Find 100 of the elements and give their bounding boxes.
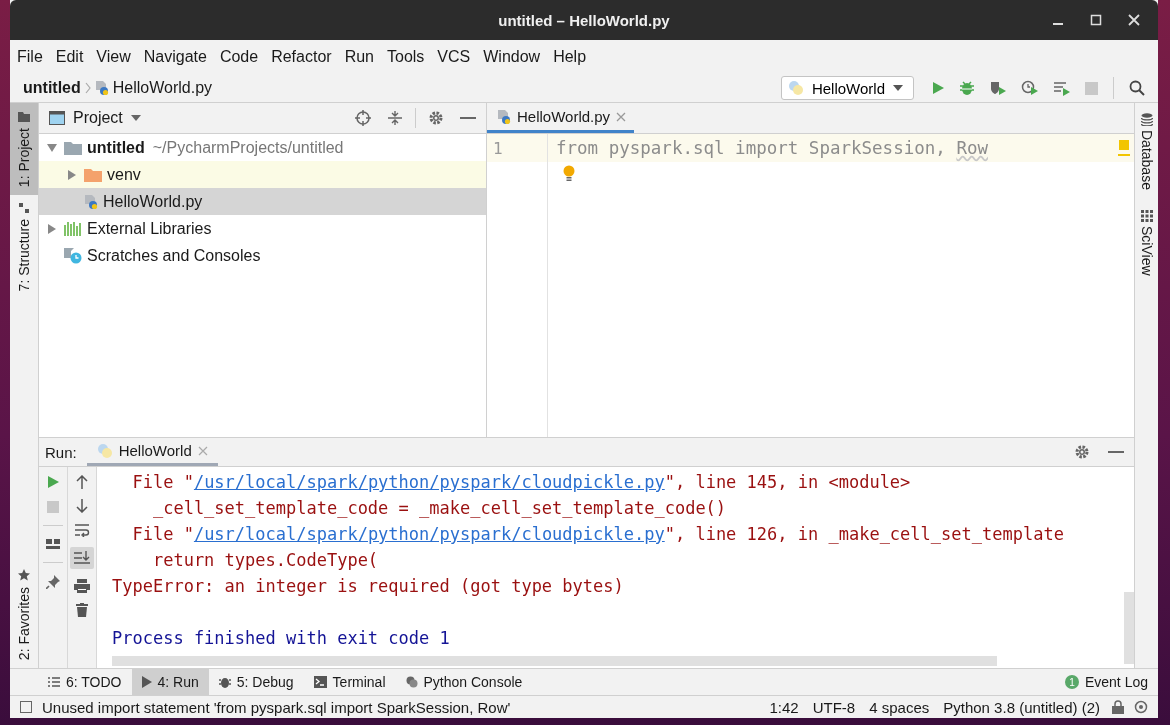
tree-item[interactable]: HelloWorld.py [39,188,486,215]
tool-window-tab[interactable]: SciView [1135,199,1158,286]
project-view-selector[interactable]: Project [73,109,123,127]
tree-item[interactable]: venv [39,161,486,188]
warning-marker-icon[interactable] [1118,140,1130,156]
menu-item[interactable]: Run [344,48,374,66]
run-configuration-dropdown[interactable]: HelloWorld [780,76,914,100]
tree-item[interactable]: untitled ~/PycharmProjects/untitled [39,134,486,161]
star-icon [18,568,30,581]
tool-window-tab[interactable]: Terminal [303,669,396,695]
python-interpreter[interactable]: Python 3.8 (untitled) (2) [943,698,1100,716]
down-arrow-icon[interactable] [76,499,88,513]
menu-item[interactable]: View [96,48,131,66]
file-encoding[interactable]: UTF-8 [812,698,856,716]
layout-icon[interactable] [46,538,60,550]
list-icon [48,677,60,687]
line-number: 1 [493,138,503,158]
menu-item[interactable]: Help [553,48,587,66]
console-line: return types.CodeType( [151,550,379,570]
file-link[interactable]: /usr/local/spark/python/pyspark/cloudpickle.py [193,472,665,492]
file-link[interactable]: /usr/local/spark/python/pyspark/cloudpickle.py [193,524,665,544]
pin-icon[interactable] [46,575,60,589]
breadcrumb[interactable]: HelloWorld.py [112,79,213,97]
tool-window-tab[interactable]: 7: Structure [10,195,38,300]
terminal-icon [313,676,327,688]
search-icon[interactable] [1129,80,1145,96]
project-view-icon [49,111,65,125]
bug-icon[interactable] [959,80,975,96]
run-icon[interactable] [931,81,945,95]
event-log-tab[interactable]: 1 Event Log [1054,669,1158,695]
folder-icon [64,140,82,155]
lock-icon[interactable] [1112,700,1124,714]
play-icon [141,676,152,688]
library-icon [64,221,82,236]
up-arrow-icon[interactable] [76,475,88,489]
settings-icon[interactable] [1074,444,1090,460]
rerun-icon[interactable] [46,475,60,489]
code-line: from pyspark.sql import SparkSession, Row [556,138,988,158]
breadcrumb[interactable]: untitled [23,79,81,97]
tool-window-tab[interactable]: 1: Project [10,103,38,196]
expand-arrow-icon[interactable] [48,223,56,234]
minimize-icon[interactable] [460,116,476,120]
indent-setting[interactable]: 4 spaces [869,698,930,716]
tool-window-tab[interactable]: Database [1135,103,1158,200]
tool-window-tab[interactable]: 5: Debug [208,669,304,695]
bug-icon [218,676,231,688]
menu-item[interactable]: VCS [437,48,471,66]
trash-icon[interactable] [76,603,88,617]
tool-window-tab[interactable]: 2: Favorites [10,560,38,668]
minimize-icon[interactable] [1108,450,1124,454]
status-message: Unused import statement 'from pyspark.sql import SparkSession, Row' [42,698,511,716]
menu-item[interactable]: File [17,48,43,66]
scrollbar-thumb[interactable] [112,656,997,666]
menu-item[interactable]: Window [483,48,541,66]
lightbulb-icon[interactable] [563,165,575,181]
caret-icon[interactable] [130,115,141,121]
panel-label: Run: [45,443,77,461]
scrollbar-thumb[interactable] [1124,592,1134,664]
inspector-icon[interactable] [1134,700,1148,714]
tool-window-tab[interactable]: Python Console [395,669,533,695]
count-badge: 1 [1064,675,1079,689]
console-line: _cell_set_template_code = _make_cell_set_template_code() [151,498,727,518]
expand-arrow-icon[interactable] [68,169,76,180]
run-list-icon[interactable] [1053,80,1071,96]
profile-icon[interactable] [1021,80,1039,96]
chevron-icon [84,82,91,94]
soft-wrap-icon[interactable] [74,523,90,537]
tree-item[interactable]: Scratches and Consoles [39,242,486,269]
window-title: untitled – HelloWorld.py [498,11,670,29]
tool-window-tab[interactable]: 4: Run [131,669,209,695]
scroll-to-end-icon[interactable] [70,547,94,569]
console-line: File "/usr/local/spark/python/pyspark/cloudpickle.py", line 126, in _make_cell_set_template [131,524,1064,544]
console-line: File "/usr/local/spark/python/pyspark/cloudpickle.py", line 145, in <module> [131,472,911,492]
structure-icon [19,203,29,214]
caret-position[interactable]: 1:42 [769,698,799,716]
expand-arrow-icon[interactable] [47,143,57,152]
menu-item[interactable]: Navigate [143,48,207,66]
folder-icon [84,167,102,182]
python-file-icon [94,80,109,96]
python-file-icon [497,108,511,125]
console-line: TypeError: an integer is required (got type bytes) [112,576,624,596]
folder-icon [18,111,30,122]
menu-item[interactable]: Code [219,48,259,66]
caret-icon [893,85,903,91]
grid-icon [1140,209,1153,222]
menu-item[interactable]: Edit [55,48,84,66]
console-line: Process finished with exit code 1 [112,628,450,648]
coverage-icon[interactable] [989,80,1007,96]
menu-item[interactable]: Refactor [271,48,332,66]
tree-item[interactable]: External Libraries [39,215,486,242]
menu-item[interactable]: Tools [387,48,425,66]
tool-window-tab[interactable]: 6: TODO [38,669,132,695]
maximize-icon[interactable] [1090,14,1102,26]
python-logo-icon [96,442,113,459]
status-toggle-icon[interactable] [20,701,32,713]
collapse-icon[interactable] [387,110,403,126]
scratches-icon [64,247,82,264]
locate-icon[interactable] [355,110,371,126]
print-icon[interactable] [74,579,90,593]
settings-icon[interactable] [428,110,444,126]
